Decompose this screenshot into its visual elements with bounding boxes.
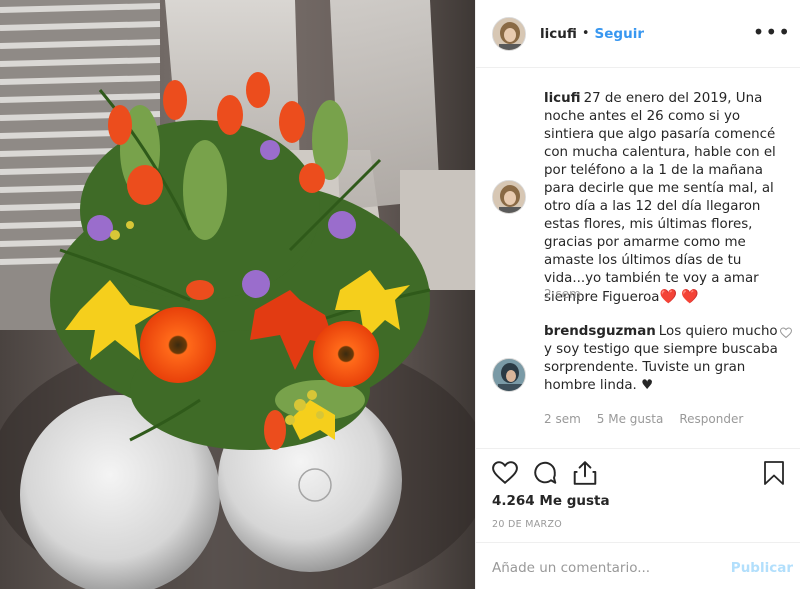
caption-username[interactable]: licufi [544,91,581,106]
avatar[interactable] [492,358,526,392]
avatar[interactable] [492,180,526,214]
more-options-icon[interactable]: ••• [753,22,791,42]
caption-meta: 2 sem [544,287,581,301]
likes-count[interactable]: 4.264 Me gusta [492,493,610,509]
comment-input[interactable]: Añade un comentario... [492,560,650,576]
bookmark-icon[interactable] [762,460,786,486]
post-details-panel: licufi • Seguir ••• licufi 27 de enero de… [475,0,800,589]
add-comment-bar: Añade un comentario... Publicar [476,542,800,589]
share-icon[interactable] [572,460,598,486]
post-actions: 4.264 Me gusta 20 DE MARZO [476,448,800,542]
post-header: licufi • Seguir ••• [476,0,800,68]
post-author-username[interactable]: licufi [540,26,577,42]
list-item: brendsguzman Los quiero mucho y soy testi… [492,323,792,403]
profile-photo-icon [493,17,525,50]
speech-bubble-icon[interactable] [532,460,558,486]
post-date[interactable]: 20 DE MARZO [492,519,562,530]
comment-likes-count[interactable]: 5 Me gusta [597,412,664,426]
comment-body: brendsguzman Los quiero mucho y soy testi… [544,323,780,395]
caption-comment: licufi 27 de enero del 2019, Una noche an… [492,90,792,310]
follow-button[interactable]: Seguir [595,26,644,42]
publish-button[interactable]: Publicar [731,560,793,576]
caption-body: licufi 27 de enero del 2019, Una noche an… [544,90,780,307]
avatar[interactable] [492,16,526,51]
caption-timestamp[interactable]: 2 sem [544,287,581,301]
caption-text: 27 de enero del 2019, Una noche antes el… [544,91,776,305]
flower-arrangement-image [0,0,475,589]
profile-photo-icon [493,181,525,213]
comment-heart-emoji: ♥ [641,378,654,393]
comment-username[interactable]: brendsguzman [544,324,656,339]
separator-dot: • [581,26,590,41]
post-photo[interactable] [0,0,475,589]
profile-photo-icon [493,359,525,391]
red-heart-emoji: ❤️ ❤️ [659,289,699,305]
comments-list[interactable]: licufi 27 de enero del 2019, Una noche an… [476,68,800,448]
comment-meta: 2 sem 5 Me gusta Responder [544,412,743,426]
action-icons-row [492,460,787,488]
reply-button[interactable]: Responder [679,412,743,426]
comment-timestamp[interactable]: 2 sem [544,412,581,426]
heart-outline-icon[interactable] [492,460,518,486]
like-comment-heart-icon[interactable] [780,327,792,339]
